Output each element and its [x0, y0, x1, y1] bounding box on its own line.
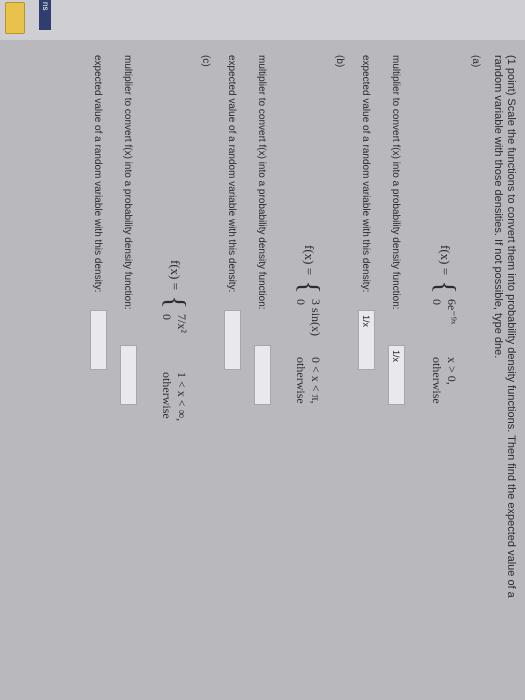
part-b-cases: 3 sin(x) 0 < x < π, 0 otherwise	[293, 299, 323, 404]
part-a-multiplier-input[interactable]: 1/x	[388, 345, 405, 405]
part-c-label: (c)	[200, 55, 211, 67]
part-a-expected-input[interactable]: 1/x	[358, 310, 375, 370]
problem-content: (1 point) Scale the functions to convert…	[0, 55, 525, 695]
part-c-case1-expr: 7/x²	[175, 314, 189, 333]
part-b-case2-cond: otherwise	[294, 357, 308, 404]
part-b-multiplier-label: multiplier to convert f(x) into a probab…	[256, 55, 267, 310]
intro-line-2: random variable with those densities. If…	[492, 55, 504, 359]
part-c-expected-input[interactable]	[90, 310, 107, 370]
part-a-case1-expr: 6e⁻⁹ˣ	[445, 299, 459, 325]
part-b-label: (b)	[334, 55, 345, 68]
part-c-brace: {	[159, 295, 190, 309]
part-c-case2-cond: otherwise	[160, 372, 174, 419]
part-a-case1-cond: x > 0,	[445, 357, 459, 385]
part-a-formula: f(x) = { 6e⁻⁹ˣ x > 0, 0 otherwise	[429, 245, 460, 404]
part-a-case2-expr: 0	[430, 299, 444, 306]
part-a-lhs: f(x) =	[438, 245, 454, 276]
part-b-multiplier-input[interactable]	[254, 345, 271, 405]
part-a-multiplier-label: multiplier to convert f(x) into a probab…	[390, 55, 401, 310]
part-c-case1-cond: 1 < x < ∞,	[175, 372, 189, 422]
part-a-expected-label: expected value of a random variable with…	[360, 55, 371, 293]
part-b-lhs: f(x) =	[302, 245, 318, 276]
part-a-case2-cond: otherwise	[430, 357, 444, 404]
part-c-multiplier-input[interactable]	[120, 345, 137, 405]
status-badge	[5, 2, 25, 34]
part-c-case2-expr: 0	[160, 314, 174, 321]
part-c-cases: 7/x² 1 < x < ∞, 0 otherwise	[159, 314, 189, 421]
part-c-expected-label: expected value of a random variable with…	[92, 55, 103, 293]
intro-line-1: (1 point) Scale the functions to convert…	[505, 55, 517, 598]
part-b-brace: {	[293, 280, 324, 294]
part-b-expected-input[interactable]	[224, 310, 241, 370]
part-a-cases: 6e⁻⁹ˣ x > 0, 0 otherwise	[429, 299, 459, 404]
part-b-expected-label: expected value of a random variable with…	[226, 55, 237, 293]
part-c-formula: f(x) = { 7/x² 1 < x < ∞, 0 otherwise	[159, 260, 190, 421]
part-c-multiplier-label: multiplier to convert f(x) into a probab…	[122, 55, 133, 310]
part-b-formula: f(x) = { 3 sin(x) 0 < x < π, 0 otherwise	[293, 245, 324, 404]
sidebar-tab[interactable]: ns	[39, 0, 51, 30]
part-b-case1-cond: 0 < x < π,	[309, 357, 323, 404]
part-a-brace: {	[429, 280, 460, 294]
problem-intro: (1 point) Scale the functions to convert…	[491, 55, 517, 685]
part-b-case2-expr: 0	[294, 299, 308, 306]
part-c-lhs: f(x) =	[168, 260, 184, 291]
rotated-page: ns (1 point) Scale the functions to conv…	[0, 0, 525, 700]
sidebar	[0, 0, 525, 40]
part-b-case1-expr: 3 sin(x)	[309, 299, 323, 337]
part-a-label: (a)	[470, 55, 481, 68]
